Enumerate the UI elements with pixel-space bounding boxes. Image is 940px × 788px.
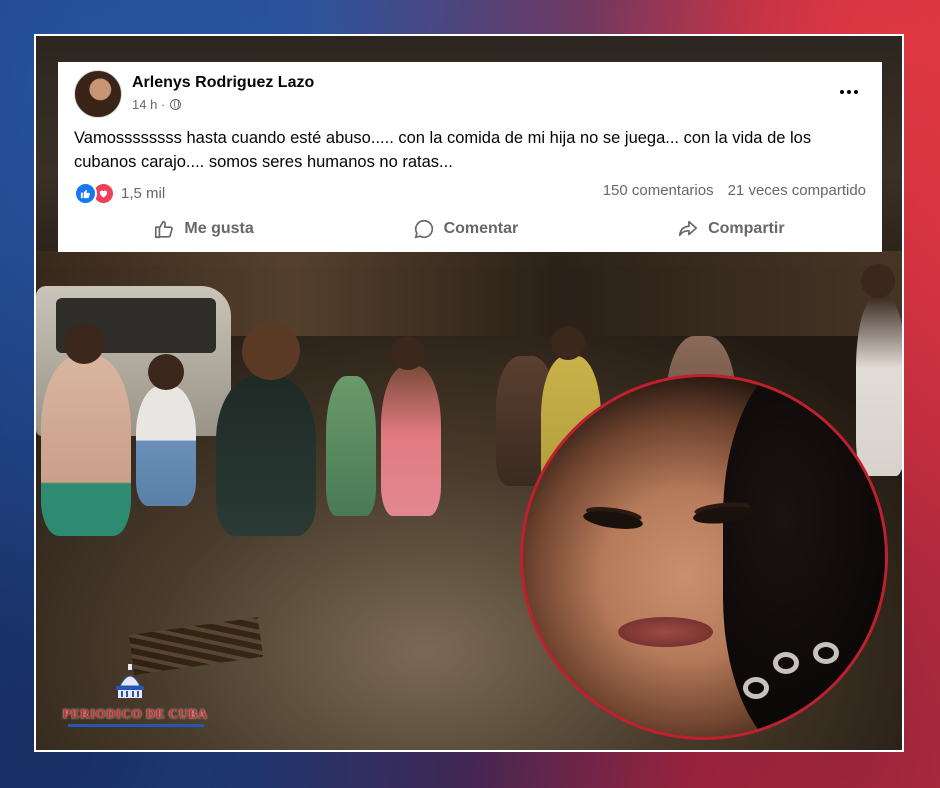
ring (743, 677, 769, 699)
reactions-count: 1,5 mil (121, 185, 166, 202)
like-button[interactable]: Me gusta (153, 218, 254, 240)
ring (773, 652, 799, 674)
comment-label: Comentar (443, 220, 519, 237)
comment-icon (414, 219, 433, 239)
logo-text: PERIODICO DE CUBA (62, 706, 208, 721)
person (216, 376, 316, 536)
eye (582, 507, 644, 533)
person (381, 366, 441, 516)
like-reaction-icon (74, 182, 97, 205)
author-name[interactable]: Arlenys Rodriguez Lazo (132, 74, 314, 92)
comments-count[interactable]: 150 comentarios (603, 182, 714, 199)
post-actions: Me gusta Comentar Compartir (74, 212, 864, 246)
avatar[interactable] (74, 70, 122, 118)
post-header: Arlenys Rodriguez Lazo 14 h · (74, 70, 864, 118)
thumbs-up-icon (155, 220, 174, 239)
capitol-dome-icon (116, 664, 144, 698)
share-button[interactable]: Compartir (677, 218, 785, 240)
like-label: Me gusta (184, 220, 254, 237)
shares-count[interactable]: 21 veces compartido (728, 182, 866, 199)
share-label: Compartir (708, 220, 785, 237)
person (326, 376, 376, 516)
post-stats: 1,5 mil 150 comentarios 21 veces compart… (74, 180, 874, 205)
more-options-button[interactable] (834, 80, 864, 104)
post-text: Vamossssssss hasta cuando esté abuso....… (74, 129, 812, 171)
ring (813, 642, 839, 664)
post-time[interactable]: 14 h · (132, 97, 165, 112)
globe-icon (170, 99, 182, 110)
periodico-de-cuba-logo: PERIODICO DE CUBA (60, 662, 220, 732)
lips (618, 617, 713, 647)
reactions-summary[interactable]: 1,5 mil (74, 182, 165, 205)
person (41, 356, 131, 536)
comment-button[interactable]: Comentar (413, 218, 519, 240)
post-meta: 14 h · (132, 97, 182, 112)
person (136, 386, 196, 506)
portrait-inset (520, 374, 888, 740)
share-icon (679, 220, 698, 237)
facebook-post-card: Arlenys Rodriguez Lazo 14 h · Vamossssss… (58, 62, 882, 252)
engagement-counts: 150 comentarios 21 veces compartido (603, 182, 866, 199)
